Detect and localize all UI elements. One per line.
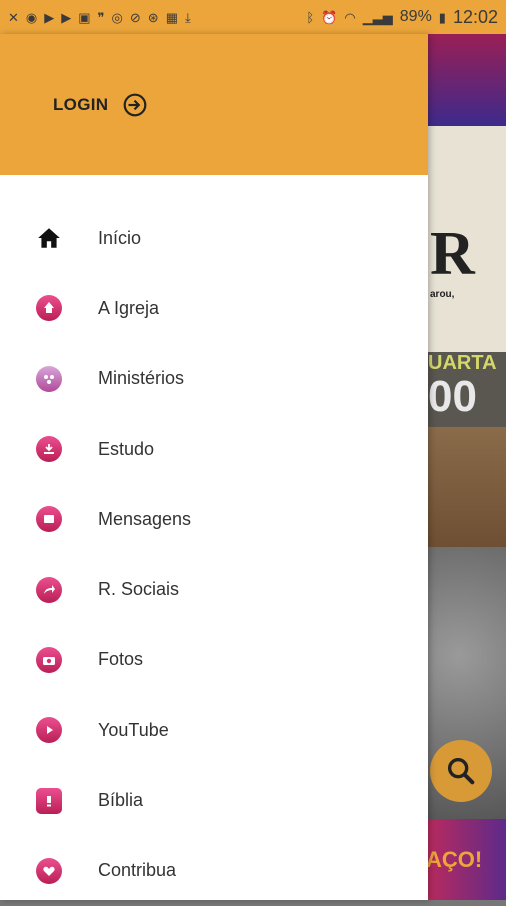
menu-item-estudo[interactable]: Estudo xyxy=(0,414,428,484)
menu-item-biblia[interactable]: Bíblia xyxy=(0,765,428,835)
menu-item-ministerios[interactable]: Ministérios xyxy=(0,344,428,414)
banner-time: 00 xyxy=(428,372,477,421)
drawer-header: LOGIN xyxy=(0,34,428,175)
bible-icon xyxy=(36,787,62,814)
status-bar: ✕ ◉ ▶ ▶ ▣ ❞ ◎ ⊘ ⊛ ▦ ⤓ ᛒ ⏰ ◠ ▁▃▅ 89% ▮ 12… xyxy=(0,0,506,34)
home-icon xyxy=(36,225,62,251)
login-button[interactable]: LOGIN xyxy=(53,92,148,118)
menu-item-contribua[interactable]: Contribua xyxy=(0,836,428,906)
navigation-drawer: LOGIN Início A Igreja Ministérios Estudo… xyxy=(0,34,428,900)
missed-call-icon: ✕ xyxy=(8,9,19,25)
image-icon: ▣ xyxy=(78,9,91,25)
menu-item-a-igreja[interactable]: A Igreja xyxy=(0,273,428,343)
login-label: LOGIN xyxy=(53,95,109,114)
login-icon xyxy=(123,93,147,117)
banner-letter: R xyxy=(430,220,475,288)
menu-label: Bíblia xyxy=(98,790,144,811)
youtube-icon-2: ▶ xyxy=(61,9,72,25)
sync-icon: ⊛ xyxy=(147,9,159,25)
blocked-icon: ⊘ xyxy=(129,9,141,25)
system-icons: ᛒ ⏰ ◠ ▁▃▅ 89% ▮ 12:02 xyxy=(306,7,498,28)
play-icon xyxy=(36,717,62,744)
menu-item-mensagens[interactable]: Mensagens xyxy=(0,484,428,554)
church-icon xyxy=(36,295,62,322)
menu-label: Estudo xyxy=(98,438,155,459)
menu-label: Ministérios xyxy=(98,368,185,389)
youtube-icon: ▶ xyxy=(44,9,55,25)
menu-label: A Igreja xyxy=(98,297,160,318)
wifi-icon: ◠ xyxy=(344,9,356,25)
drawer-menu: Início A Igreja Ministérios Estudo Mensa… xyxy=(0,203,428,906)
battery-icon: ▮ xyxy=(438,9,446,25)
ministries-icon xyxy=(36,365,62,392)
heart-gift-icon xyxy=(36,857,62,884)
menu-item-r-sociais[interactable]: R. Sociais xyxy=(0,554,428,624)
notification-icons: ✕ ◉ ▶ ▶ ▣ ❞ ◎ ⊘ ⊛ ▦ ⤓ xyxy=(8,11,191,24)
menu-label: Contribua xyxy=(98,860,177,881)
battery-percent: 89% xyxy=(399,8,432,25)
menu-label: YouTube xyxy=(98,719,169,740)
camera-icon xyxy=(36,646,62,673)
alarm-icon: ⏰ xyxy=(321,9,338,25)
app-notification-icon: ◉ xyxy=(25,9,38,25)
search-icon xyxy=(447,757,475,785)
clock: 12:02 xyxy=(452,6,498,27)
menu-label: Mensagens xyxy=(98,508,192,529)
account-icon: ◎ xyxy=(111,9,123,25)
menu-label: Fotos xyxy=(98,649,144,670)
share-icon xyxy=(36,576,62,603)
gallery-icon: ▦ xyxy=(165,9,178,25)
menu-label: Início xyxy=(98,227,142,248)
bottom-banner-text: AÇO! xyxy=(428,847,483,872)
menu-item-youtube[interactable]: YouTube xyxy=(0,695,428,765)
download-icon: ⤓ xyxy=(185,9,191,25)
quote-icon: ❞ xyxy=(97,9,105,25)
signal-icon: ▁▃▅ xyxy=(362,9,393,25)
menu-label: R. Sociais xyxy=(98,579,180,600)
menu-item-fotos[interactable]: Fotos xyxy=(0,625,428,695)
study-icon xyxy=(36,436,62,463)
messages-icon xyxy=(36,506,62,533)
menu-item-inicio[interactable]: Início xyxy=(0,203,428,273)
banner-wood xyxy=(428,427,506,547)
app-toolbar xyxy=(428,34,506,126)
banner-caption: arou, xyxy=(430,289,455,300)
search-button[interactable] xyxy=(430,740,492,802)
bluetooth-icon: ᛒ xyxy=(306,9,315,25)
